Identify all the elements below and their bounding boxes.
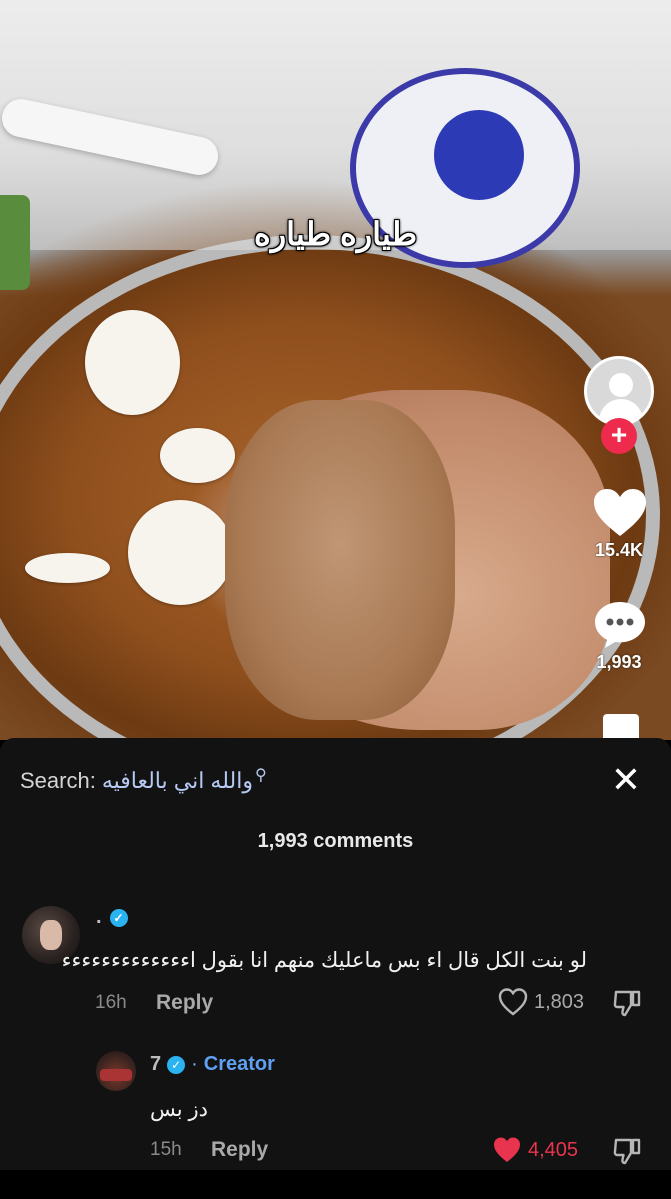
avatar-car — [100, 1069, 132, 1081]
search-icon: ⚲ — [254, 767, 267, 784]
heart-outline-icon — [498, 988, 528, 1016]
cup-logo — [434, 110, 524, 200]
comments-title: 1,993 comments — [257, 830, 414, 852]
comment-text: لو بنت الكل قال اء بس ماعليك منهم انا بق… — [61, 949, 587, 972]
profile-avatar-icon — [609, 373, 633, 397]
verified-badge-icon: ✓ — [109, 908, 128, 927]
username-text: 7 — [150, 1053, 162, 1075]
heart-icon — [594, 489, 646, 536]
creator-avatar-button[interactable] — [584, 356, 654, 426]
avatar-face — [40, 920, 62, 950]
reply-button[interactable]: Reply — [211, 1138, 268, 1162]
heart-filled-icon — [494, 1137, 520, 1162]
creator-badge: Creator — [203, 1053, 275, 1075]
onion-slice — [128, 500, 233, 605]
reply-like-count: 4,405 — [528, 1138, 579, 1161]
reply-timestamp: 15h — [150, 1139, 182, 1160]
comment-like-count: 1,803 — [534, 990, 585, 1013]
comment-username[interactable]: . ✓ — [96, 906, 128, 929]
comment-timestamp: 16h — [95, 992, 127, 1013]
dislike-icon[interactable] — [612, 988, 642, 1018]
video-player[interactable]: طياره طياره — [0, 0, 671, 740]
likes-count: 15.4K — [594, 540, 644, 560]
close-icon[interactable]: ✕ — [608, 762, 644, 798]
username-text: . — [96, 906, 102, 928]
reply-button[interactable]: Reply — [156, 991, 213, 1015]
comments-count-rail: 1,993 — [596, 652, 642, 672]
video-caption-overlay: طياره طياره — [253, 216, 418, 252]
onion-slice — [25, 553, 110, 583]
comment-search-bar[interactable]: Search: والله اني بالعافيه ⚲ — [20, 765, 267, 797]
comment-like-button[interactable]: 1,803 — [498, 988, 584, 1016]
dislike-icon[interactable] — [612, 1136, 642, 1166]
comment-bubble-icon — [595, 602, 645, 648]
onion-slice — [160, 428, 235, 483]
search-label: Search: — [20, 768, 96, 793]
like-button[interactable] — [592, 488, 648, 538]
reply-like-button[interactable]: 4,405 — [492, 1136, 578, 1164]
rice-handful — [225, 400, 455, 720]
search-query-text[interactable]: والله اني بالعافيه — [102, 768, 253, 794]
reply-text: دز بس — [150, 1098, 208, 1121]
reply-username[interactable]: 7 ✓ · Creator — [150, 1053, 275, 1076]
bottom-bar — [0, 1170, 671, 1199]
separator-dot: · — [191, 1053, 198, 1075]
onion-slice — [85, 310, 180, 415]
avatar[interactable] — [96, 1051, 136, 1091]
comments-button[interactable] — [592, 600, 648, 650]
verified-badge-icon: ✓ — [167, 1055, 186, 1074]
follow-plus-icon[interactable]: + — [601, 418, 637, 454]
